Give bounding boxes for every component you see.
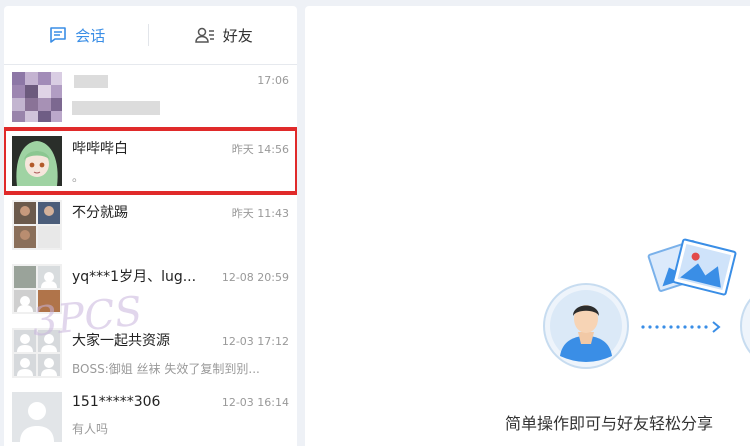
redacted-preview [72,101,160,115]
arrow-icon [641,321,721,333]
conversation-body: 大家一起共资源 12-03 17:12 BOSS:御姐 丝袜 失效了复制到别..… [72,330,289,377]
conversation-name: yq***1岁月、lug... [72,269,197,285]
conversation-name: 151*****306 [72,394,161,410]
conversation-time: 昨天 14:56 [231,143,289,156]
avatar [12,328,62,378]
tab-conversations[interactable]: 会话 [4,6,151,64]
conversation-time: 昨天 11:43 [231,207,289,220]
conversation-body: 17:06 [72,74,289,115]
tab-friends-label: 好友 [222,26,253,45]
redacted-name [74,75,108,88]
conversation-preview: BOSS:御姐 丝袜 失效了复制到别... [72,362,260,376]
tab-divider [148,24,149,46]
friend-avatar-icon [740,298,750,354]
empty-state-caption: 简单操作即可与好友轻松分享 [505,414,714,433]
conversation-name: 大家一起共资源 [72,333,170,349]
conversation-body: 不分就踢 昨天 11:43 [72,202,289,232]
avatar [12,200,62,250]
conversation-body: 151*****306 12-03 16:14 有人吗 [72,394,289,437]
friends-icon [194,27,214,43]
conversation-body: 哔哔哔白 昨天 14:56 。 [72,138,289,185]
conversation-list: 17:06 哔哔哔白 昨天 14:56 。 不分就踢 昨天 11:43 yq**… [4,65,297,446]
conversation-name: 哔哔哔白 [72,141,128,157]
share-illustration [543,238,750,369]
user-avatar-icon [543,283,629,369]
list-item[interactable]: 17:06 [4,65,297,129]
conversation-panel: 会话 好友 17:06 哔哔哔白 昨天 14:56 。 不分就踢 昨天 11:4… [4,6,297,446]
conversation-body: yq***1岁月、lug... 12-08 20:59 [72,266,289,296]
conversation-name: 不分就踢 [72,205,128,221]
conversation-time: 12-08 20:59 [221,271,289,284]
tab-friends[interactable]: 好友 [151,6,298,64]
avatar [12,72,62,122]
avatar [12,392,62,442]
list-item[interactable]: yq***1岁月、lug... 12-08 20:59 [4,257,297,321]
conversation-preview: 。 [72,170,85,184]
list-item[interactable]: 不分就踢 昨天 11:43 [4,193,297,257]
conversation-time: 17:06 [257,74,289,87]
conversation-preview: 有人吗 [72,422,109,436]
tab-conversations-label: 会话 [75,26,106,45]
empty-state-panel: 简单操作即可与好友轻松分享 [305,6,750,446]
conversation-time: 12-03 17:12 [221,335,289,348]
list-item[interactable]: 大家一起共资源 12-03 17:12 BOSS:御姐 丝袜 失效了复制到别..… [4,321,297,385]
list-item[interactable]: 151*****306 12-03 16:14 有人吗 [4,385,297,446]
conversation-time: 12-03 16:14 [221,396,289,409]
tab-bar: 会话 好友 [4,6,297,65]
photos-icon [647,238,737,296]
chat-icon [50,27,67,43]
avatar [12,136,62,186]
list-item[interactable]: 哔哔哔白 昨天 14:56 。 [4,127,297,195]
avatar [12,264,62,314]
